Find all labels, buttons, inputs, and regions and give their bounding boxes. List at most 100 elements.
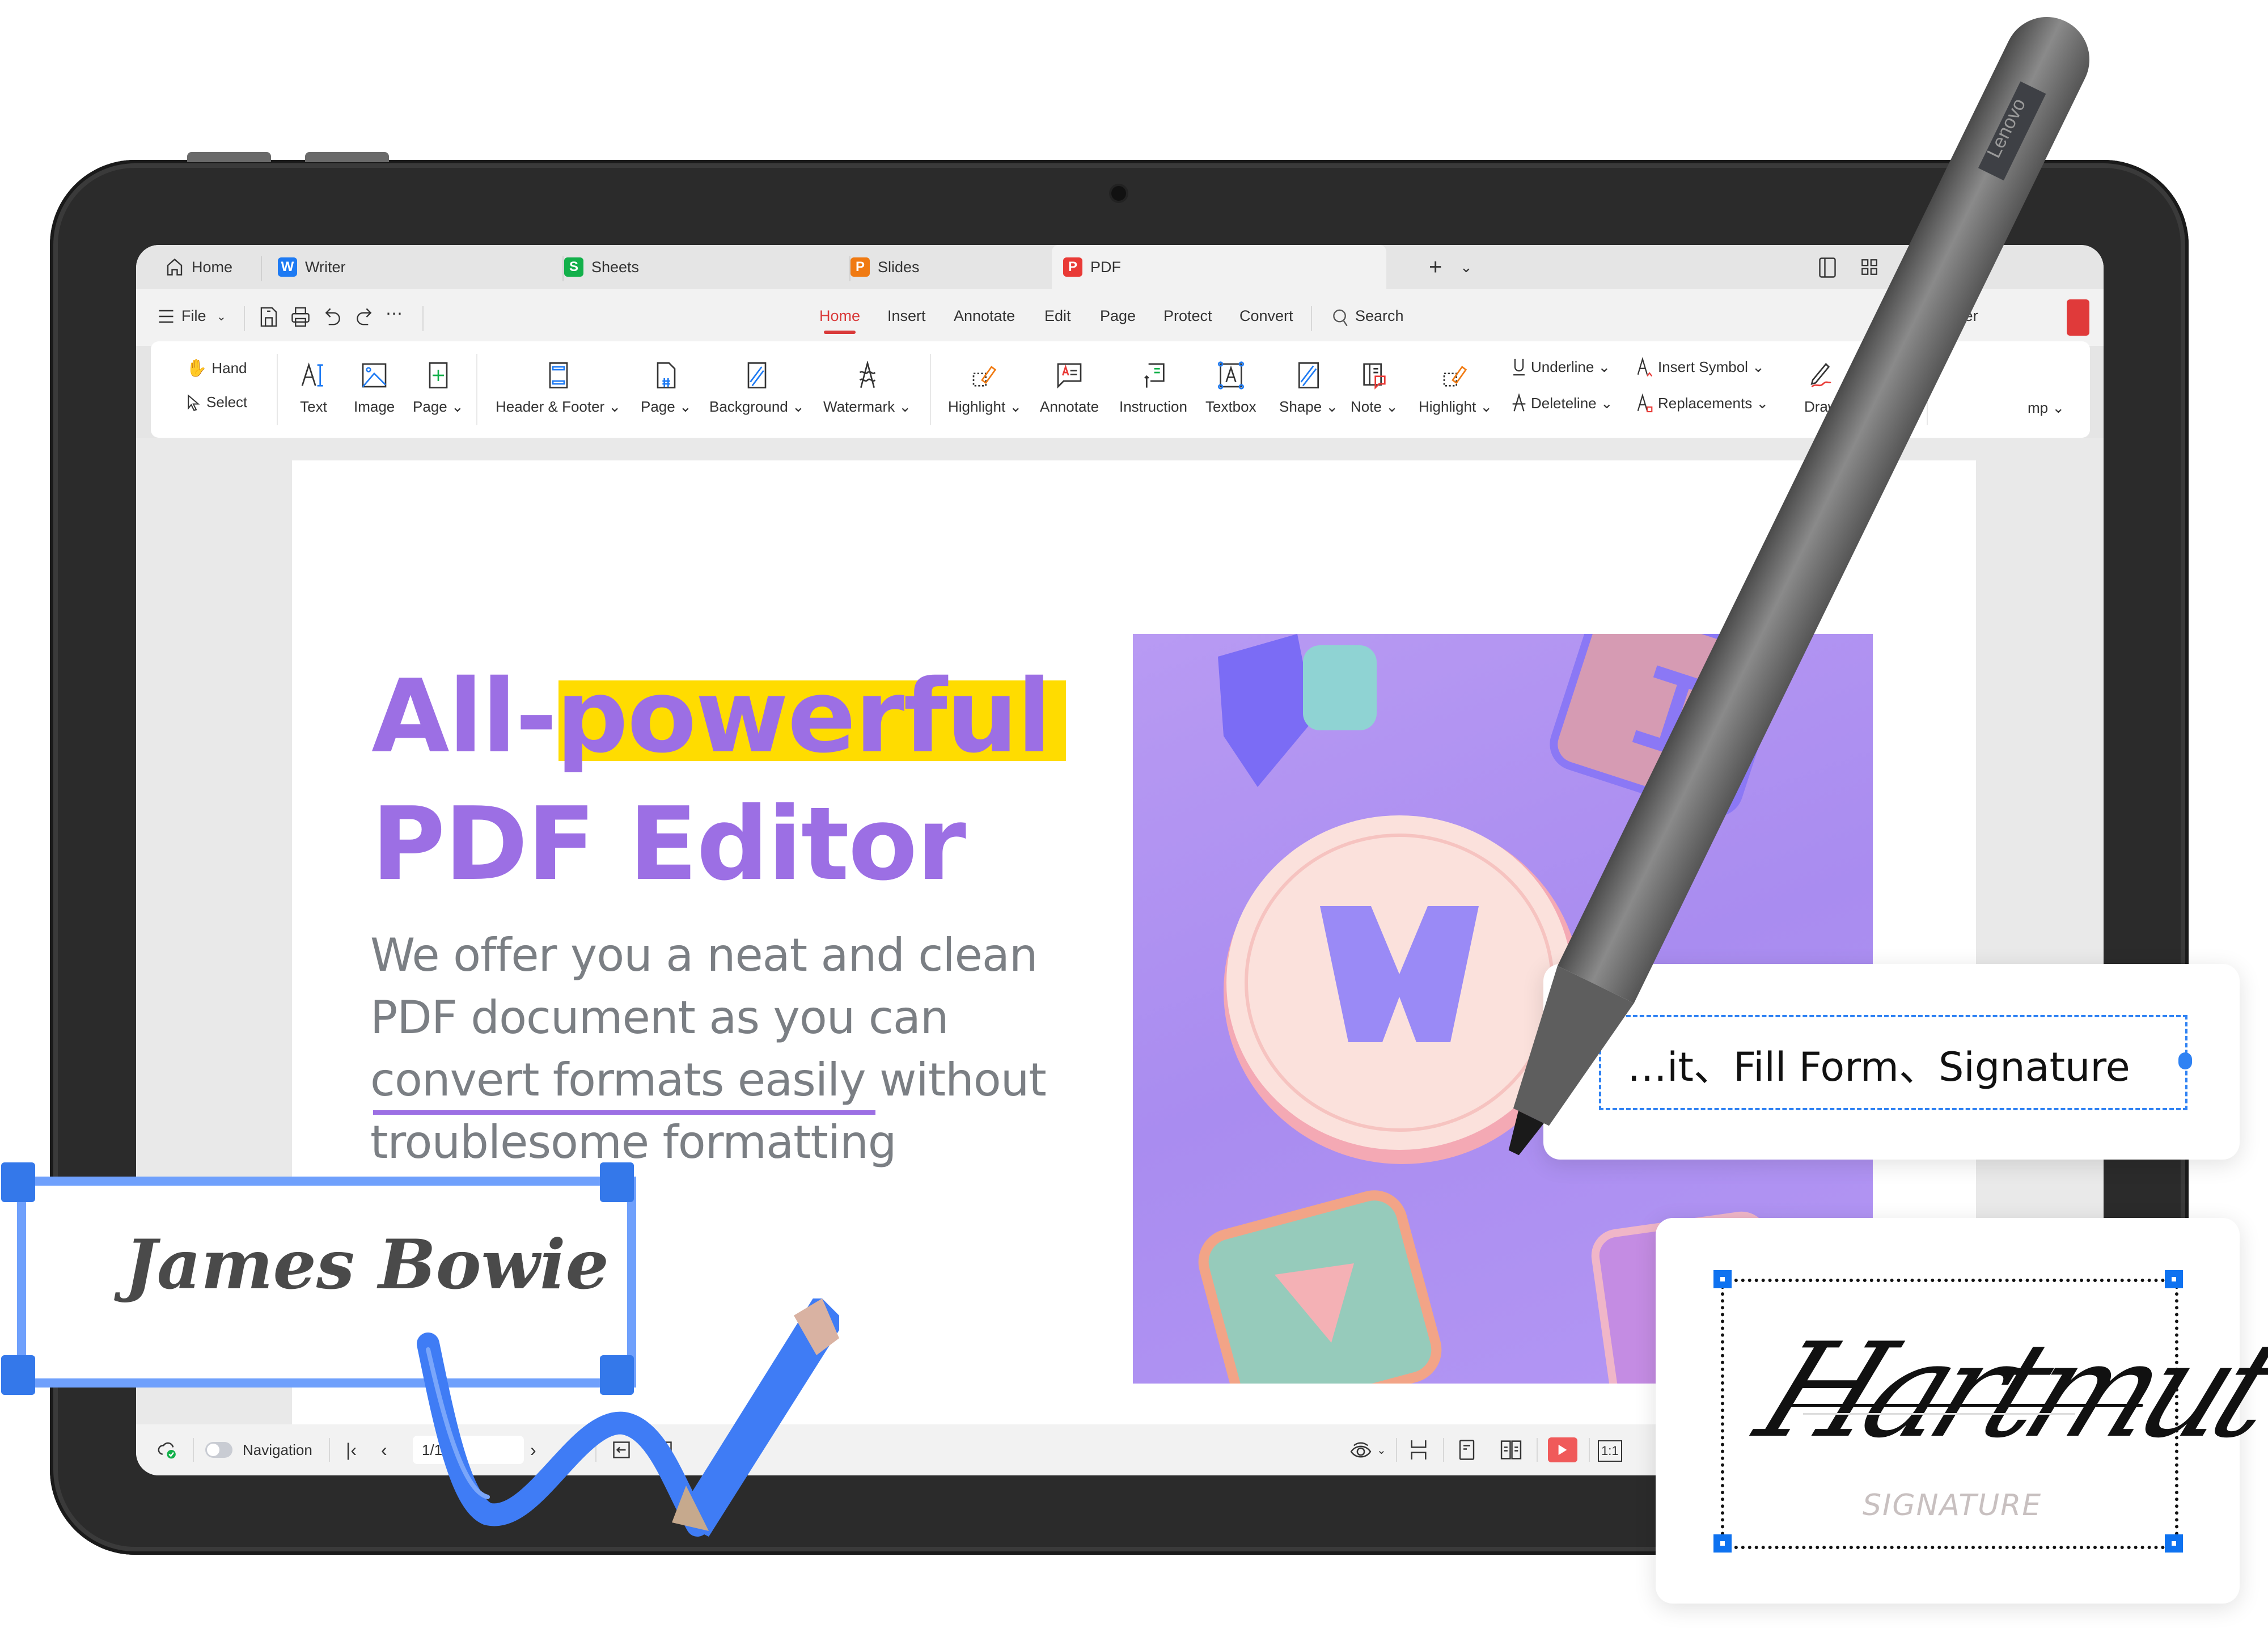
lock-shape xyxy=(1218,634,1377,787)
text-field-handle[interactable] xyxy=(2178,1052,2192,1069)
body-text-line: convert formats easily without xyxy=(370,1054,1047,1106)
watermark-button[interactable]: Watermark ⌄ xyxy=(823,358,911,416)
deleteline-button[interactable]: Deleteline ⌄ xyxy=(1512,394,1613,413)
tab-list-dropdown[interactable]: ⌄ xyxy=(1460,245,1472,289)
actual-size-button[interactable]: 1:1 xyxy=(1598,1440,1622,1462)
add-page-icon xyxy=(424,358,452,392)
tab-writer[interactable]: W Writer xyxy=(278,245,346,289)
image-tool-button[interactable]: Image xyxy=(354,358,395,416)
hand-tool-button[interactable]: ✋ Hand xyxy=(186,358,247,378)
watermark-icon xyxy=(853,358,882,392)
search-button[interactable]: Search xyxy=(1355,307,1404,325)
signature-line xyxy=(1803,1413,2075,1415)
watermark-label: Watermark ⌄ xyxy=(823,398,912,415)
save-icon[interactable] xyxy=(260,306,278,328)
background-icon xyxy=(743,358,771,392)
shape-icon xyxy=(1294,358,1323,392)
menu-protect[interactable]: Protect xyxy=(1163,307,1212,325)
insert-symbol-icon xyxy=(1636,357,1653,377)
menu-annotate[interactable]: Annotate xyxy=(954,307,1015,325)
device-view-icon[interactable] xyxy=(1817,256,1838,279)
share-button[interactable] xyxy=(2067,299,2089,336)
insert-symbol-button[interactable]: Insert Symbol ⌄ xyxy=(1636,357,1765,377)
insert-symbol-label: Insert Symbol ⌄ xyxy=(1658,358,1765,375)
headline-highlighted-word: powerful xyxy=(556,658,1052,775)
page-number-button[interactable]: Page ⌄ xyxy=(641,358,692,416)
header-footer-label: Header & Footer ⌄ xyxy=(496,398,621,415)
instruction-label: Instruction xyxy=(1119,398,1187,415)
apps-grid-icon[interactable] xyxy=(1860,257,1879,277)
divider xyxy=(193,1438,194,1462)
tab-pdf[interactable]: P PDF xyxy=(1052,245,1386,289)
tab-bar: Home W Writer S Sheets P Slides P PDF + … xyxy=(136,245,2104,289)
hand-label: Hand xyxy=(211,359,247,377)
add-page-button[interactable]: Page ⌄ xyxy=(413,358,464,416)
file-menu[interactable]: File xyxy=(181,307,206,325)
signature-name-text: James Bowie xyxy=(125,1225,609,1305)
print-icon[interactable] xyxy=(290,306,311,328)
background-button[interactable]: Background ⌄ xyxy=(709,358,805,416)
stamp-button[interactable]: mp ⌄ xyxy=(2028,399,2064,417)
hamburger-menu-icon[interactable] xyxy=(158,308,175,324)
read-mode-icon[interactable]: ⌄ xyxy=(1349,1436,1386,1464)
tab-divider xyxy=(261,256,262,281)
replacements-button[interactable]: Replacements ⌄ xyxy=(1636,394,1768,413)
first-page-button[interactable]: |‹ xyxy=(346,1436,357,1464)
fit-width-icon[interactable] xyxy=(1409,1436,1428,1464)
redo-icon[interactable] xyxy=(354,306,374,328)
text-tool-label: Text xyxy=(300,398,327,415)
two-page-icon[interactable] xyxy=(1500,1436,1522,1464)
header-footer-button[interactable]: Header & Footer ⌄ xyxy=(496,358,621,416)
background-label: Background ⌄ xyxy=(709,398,805,415)
resize-handle[interactable] xyxy=(2165,1270,2183,1288)
previous-page-button[interactable]: ‹ xyxy=(381,1436,387,1464)
divider xyxy=(1443,1438,1444,1462)
sheets-app-icon: S xyxy=(564,257,583,277)
annotate-button[interactable]: Annotate xyxy=(1040,358,1099,416)
new-tab-button[interactable]: + xyxy=(1429,245,1442,289)
divider xyxy=(1396,1438,1397,1462)
select-tool-button[interactable]: Select xyxy=(186,394,247,411)
divider xyxy=(422,306,424,331)
textbox-button[interactable]: Textbox xyxy=(1205,358,1256,416)
tab-slides[interactable]: P Slides xyxy=(850,245,920,289)
menu-home[interactable]: Home xyxy=(819,307,860,334)
resize-handle[interactable] xyxy=(1713,1534,1732,1553)
menu-insert[interactable]: Insert xyxy=(887,307,926,325)
navigation-toggle[interactable]: Navigation xyxy=(205,1436,312,1464)
slides-app-icon: P xyxy=(850,257,870,277)
play-slideshow-button[interactable] xyxy=(1548,1437,1577,1462)
instruction-icon xyxy=(1139,358,1167,392)
header-footer-icon xyxy=(544,358,573,392)
underline-button[interactable]: Underline ⌄ xyxy=(1512,357,1610,377)
tablet-camera xyxy=(1111,186,1126,201)
highlight-text-button[interactable]: Highlight ⌄ xyxy=(1419,358,1492,416)
note-button[interactable]: Note ⌄ xyxy=(1351,358,1398,416)
file-dropdown-icon[interactable]: ⌄ xyxy=(217,310,226,324)
menu-edit[interactable]: Edit xyxy=(1044,307,1071,325)
tab-sheets[interactable]: S Sheets xyxy=(564,245,639,289)
resize-handle[interactable] xyxy=(2165,1534,2183,1553)
resize-handle[interactable] xyxy=(1,1162,35,1202)
tab-home[interactable]: Home xyxy=(164,245,232,289)
cloud-sync-icon[interactable] xyxy=(156,1436,179,1464)
menu-convert[interactable]: Convert xyxy=(1239,307,1293,325)
search-icon[interactable] xyxy=(1331,307,1349,328)
resize-handle[interactable] xyxy=(1713,1270,1732,1288)
more-options-icon[interactable]: ⋯ xyxy=(386,304,403,324)
note-icon xyxy=(1360,358,1389,392)
single-page-icon[interactable] xyxy=(1458,1436,1475,1464)
shape-button[interactable]: Shape ⌄ xyxy=(1279,358,1338,416)
instruction-button[interactable]: Instruction xyxy=(1119,358,1187,416)
resize-handle[interactable] xyxy=(600,1162,634,1202)
image-tool-label: Image xyxy=(354,398,395,415)
play-tile-shape xyxy=(1198,1190,1442,1384)
highlight-area-button[interactable]: Highlight ⌄ xyxy=(948,358,1022,416)
divider xyxy=(1589,1438,1590,1462)
menu-page[interactable]: Page xyxy=(1100,307,1136,325)
underline-label: Underline ⌄ xyxy=(1531,358,1611,375)
resize-handle[interactable] xyxy=(1,1355,35,1395)
signature-stroke xyxy=(1780,1404,2143,1407)
text-tool-button[interactable]: Text xyxy=(299,358,328,416)
undo-icon[interactable] xyxy=(323,306,342,328)
